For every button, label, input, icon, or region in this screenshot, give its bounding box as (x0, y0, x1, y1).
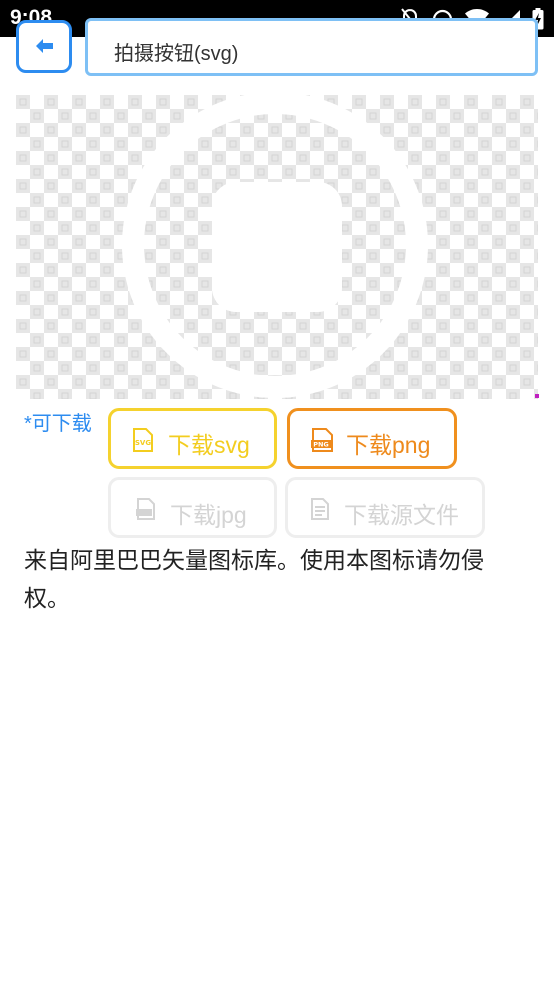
icon-title: 拍摄按钮(svg) (114, 43, 239, 65)
download-jpg-label: 下载jpg (170, 502, 247, 528)
svg-text:PNG: PNG (313, 441, 329, 449)
back-button[interactable] (16, 20, 72, 73)
svg-file-icon: SVG (132, 428, 154, 456)
copyright-notice: 来自阿里巴巴矢量图标库。使用本图标请勿侵权。 (24, 547, 484, 611)
download-source-label: 下载源文件 (344, 502, 459, 528)
download-label: *可下载 (24, 413, 92, 435)
download-png-button[interactable]: PNG 下载png (287, 408, 457, 469)
png-file-icon: PNG (310, 428, 334, 456)
download-svg-label: 下载svg (168, 432, 250, 458)
svg-text:SVG: SVG (135, 439, 151, 447)
download-png-label: 下载png (346, 432, 431, 458)
download-jpg-button[interactable]: 下载jpg (108, 477, 277, 538)
icon-preview (16, 95, 538, 399)
download-source-button[interactable]: 下载源文件 (285, 477, 485, 538)
preview-marker (535, 394, 539, 398)
jpg-file-icon (135, 498, 157, 524)
source-file-icon (310, 498, 330, 524)
download-svg-button[interactable]: SVG 下载svg (108, 408, 277, 469)
icon-title-field[interactable]: 拍摄按钮(svg) (85, 18, 538, 76)
transparency-checkerboard (16, 95, 538, 399)
